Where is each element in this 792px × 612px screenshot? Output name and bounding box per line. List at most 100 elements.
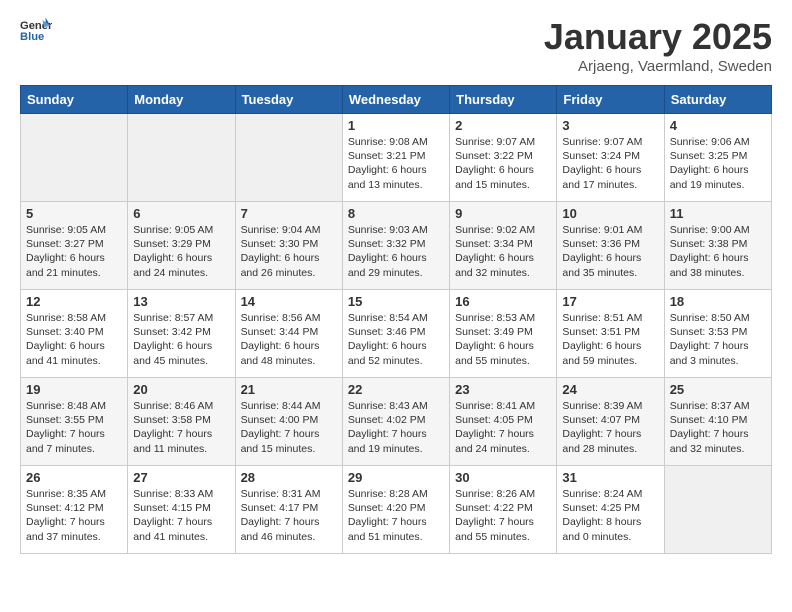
header-thursday: Thursday [450, 86, 557, 114]
day-info: Sunrise: 9:07 AM Sunset: 3:22 PM Dayligh… [455, 135, 551, 192]
header-saturday: Saturday [664, 86, 771, 114]
calendar-week-row: 5 Sunrise: 9:05 AM Sunset: 3:27 PM Daylig… [21, 202, 772, 290]
day-number: 22 [348, 382, 444, 397]
day-number: 1 [348, 118, 444, 133]
day-info: Sunrise: 8:28 AM Sunset: 4:20 PM Dayligh… [348, 487, 444, 544]
header-wednesday: Wednesday [342, 86, 449, 114]
day-number: 31 [562, 470, 658, 485]
day-number: 5 [26, 206, 122, 221]
table-row: 28 Sunrise: 8:31 AM Sunset: 4:17 PM Dayli… [235, 466, 342, 554]
day-number: 26 [26, 470, 122, 485]
day-info: Sunrise: 8:58 AM Sunset: 3:40 PM Dayligh… [26, 311, 122, 368]
day-number: 16 [455, 294, 551, 309]
day-number: 23 [455, 382, 551, 397]
table-row: 21 Sunrise: 8:44 AM Sunset: 4:00 PM Dayli… [235, 378, 342, 466]
day-number: 14 [241, 294, 337, 309]
table-row: 4 Sunrise: 9:06 AM Sunset: 3:25 PM Daylig… [664, 114, 771, 202]
day-number: 24 [562, 382, 658, 397]
table-row: 26 Sunrise: 8:35 AM Sunset: 4:12 PM Dayli… [21, 466, 128, 554]
day-number: 3 [562, 118, 658, 133]
day-info: Sunrise: 8:54 AM Sunset: 3:46 PM Dayligh… [348, 311, 444, 368]
day-number: 15 [348, 294, 444, 309]
day-number: 7 [241, 206, 337, 221]
day-number: 13 [133, 294, 229, 309]
day-number: 12 [26, 294, 122, 309]
day-info: Sunrise: 8:41 AM Sunset: 4:05 PM Dayligh… [455, 399, 551, 456]
table-row: 12 Sunrise: 8:58 AM Sunset: 3:40 PM Dayli… [21, 290, 128, 378]
day-info: Sunrise: 8:37 AM Sunset: 4:10 PM Dayligh… [670, 399, 766, 456]
calendar-week-row: 19 Sunrise: 8:48 AM Sunset: 3:55 PM Dayli… [21, 378, 772, 466]
table-row: 31 Sunrise: 8:24 AM Sunset: 4:25 PM Dayli… [557, 466, 664, 554]
table-row [664, 466, 771, 554]
day-number: 19 [26, 382, 122, 397]
table-row: 15 Sunrise: 8:54 AM Sunset: 3:46 PM Dayli… [342, 290, 449, 378]
day-number: 25 [670, 382, 766, 397]
table-row: 23 Sunrise: 8:41 AM Sunset: 4:05 PM Dayli… [450, 378, 557, 466]
calendar-week-row: 26 Sunrise: 8:35 AM Sunset: 4:12 PM Dayli… [21, 466, 772, 554]
table-row: 30 Sunrise: 8:26 AM Sunset: 4:22 PM Dayli… [450, 466, 557, 554]
day-number: 21 [241, 382, 337, 397]
day-number: 29 [348, 470, 444, 485]
table-row: 19 Sunrise: 8:48 AM Sunset: 3:55 PM Dayli… [21, 378, 128, 466]
day-info: Sunrise: 9:03 AM Sunset: 3:32 PM Dayligh… [348, 223, 444, 280]
table-row: 16 Sunrise: 8:53 AM Sunset: 3:49 PM Dayli… [450, 290, 557, 378]
header-friday: Friday [557, 86, 664, 114]
day-info: Sunrise: 8:46 AM Sunset: 3:58 PM Dayligh… [133, 399, 229, 456]
day-info: Sunrise: 9:05 AM Sunset: 3:29 PM Dayligh… [133, 223, 229, 280]
table-row [128, 114, 235, 202]
title-block: January 2025 Arjaeng, Vaermland, Sweden [544, 16, 772, 75]
table-row [21, 114, 128, 202]
table-row: 22Sunrise: 8:43 AM Sunset: 4:02 PM Dayli… [342, 378, 449, 466]
table-row: 11 Sunrise: 9:00 AM Sunset: 3:38 PM Dayli… [664, 202, 771, 290]
header-tuesday: Tuesday [235, 86, 342, 114]
calendar-header-row: Sunday Monday Tuesday Wednesday Thursday… [21, 86, 772, 114]
day-number: 30 [455, 470, 551, 485]
calendar-week-row: 12 Sunrise: 8:58 AM Sunset: 3:40 PM Dayli… [21, 290, 772, 378]
day-number: 11 [670, 206, 766, 221]
table-row: 14 Sunrise: 8:56 AM Sunset: 3:44 PM Dayli… [235, 290, 342, 378]
day-info: Sunrise: 9:05 AM Sunset: 3:27 PM Dayligh… [26, 223, 122, 280]
day-number: 4 [670, 118, 766, 133]
day-info: Sunrise: 8:50 AM Sunset: 3:53 PM Dayligh… [670, 311, 766, 368]
day-info: Sunrise: 9:07 AM Sunset: 3:24 PM Dayligh… [562, 135, 658, 192]
day-info: Sunrise: 8:48 AM Sunset: 3:55 PM Dayligh… [26, 399, 122, 456]
logo-icon: General Blue [20, 16, 52, 48]
day-info: Sunrise: 8:51 AM Sunset: 3:51 PM Dayligh… [562, 311, 658, 368]
day-info: Sunrise: 8:24 AM Sunset: 4:25 PM Dayligh… [562, 487, 658, 544]
day-info: Sunrise: 9:04 AM Sunset: 3:30 PM Dayligh… [241, 223, 337, 280]
day-info: Sunrise: 8:31 AM Sunset: 4:17 PM Dayligh… [241, 487, 337, 544]
day-number: 2 [455, 118, 551, 133]
day-info: Sunrise: 8:33 AM Sunset: 4:15 PM Dayligh… [133, 487, 229, 544]
svg-text:Blue: Blue [20, 31, 44, 43]
day-info: Sunrise: 9:08 AM Sunset: 3:21 PM Dayligh… [348, 135, 444, 192]
day-info: Sunrise: 9:06 AM Sunset: 3:25 PM Dayligh… [670, 135, 766, 192]
day-number: 27 [133, 470, 229, 485]
table-row: 9Sunrise: 9:02 AM Sunset: 3:34 PM Daylig… [450, 202, 557, 290]
table-row: 7 Sunrise: 9:04 AM Sunset: 3:30 PM Daylig… [235, 202, 342, 290]
day-info: Sunrise: 9:00 AM Sunset: 3:38 PM Dayligh… [670, 223, 766, 280]
header-monday: Monday [128, 86, 235, 114]
calendar-subtitle: Arjaeng, Vaermland, Sweden [544, 58, 772, 75]
day-info: Sunrise: 8:56 AM Sunset: 3:44 PM Dayligh… [241, 311, 337, 368]
table-row: 1 Sunrise: 9:08 AM Sunset: 3:21 PM Daylig… [342, 114, 449, 202]
day-number: 20 [133, 382, 229, 397]
page-header: General Blue January 2025 Arjaeng, Vaerm… [20, 16, 772, 75]
calendar-title: January 2025 [544, 16, 772, 58]
day-info: Sunrise: 8:35 AM Sunset: 4:12 PM Dayligh… [26, 487, 122, 544]
table-row: 29 Sunrise: 8:28 AM Sunset: 4:20 PM Dayli… [342, 466, 449, 554]
day-number: 6 [133, 206, 229, 221]
day-info: Sunrise: 8:26 AM Sunset: 4:22 PM Dayligh… [455, 487, 551, 544]
header-sunday: Sunday [21, 86, 128, 114]
table-row: 6 Sunrise: 9:05 AM Sunset: 3:29 PM Daylig… [128, 202, 235, 290]
table-row: 20 Sunrise: 8:46 AM Sunset: 3:58 PM Dayli… [128, 378, 235, 466]
table-row: 5 Sunrise: 9:05 AM Sunset: 3:27 PM Daylig… [21, 202, 128, 290]
day-number: 28 [241, 470, 337, 485]
day-number: 18 [670, 294, 766, 309]
table-row: 17Sunrise: 8:51 AM Sunset: 3:51 PM Dayli… [557, 290, 664, 378]
table-row: 27 Sunrise: 8:33 AM Sunset: 4:15 PM Dayli… [128, 466, 235, 554]
logo: General Blue [20, 16, 52, 48]
day-number: 9 [455, 206, 551, 221]
day-info: Sunrise: 8:44 AM Sunset: 4:00 PM Dayligh… [241, 399, 337, 456]
table-row: 3 Sunrise: 9:07 AM Sunset: 3:24 PM Daylig… [557, 114, 664, 202]
day-info: Sunrise: 8:53 AM Sunset: 3:49 PM Dayligh… [455, 311, 551, 368]
